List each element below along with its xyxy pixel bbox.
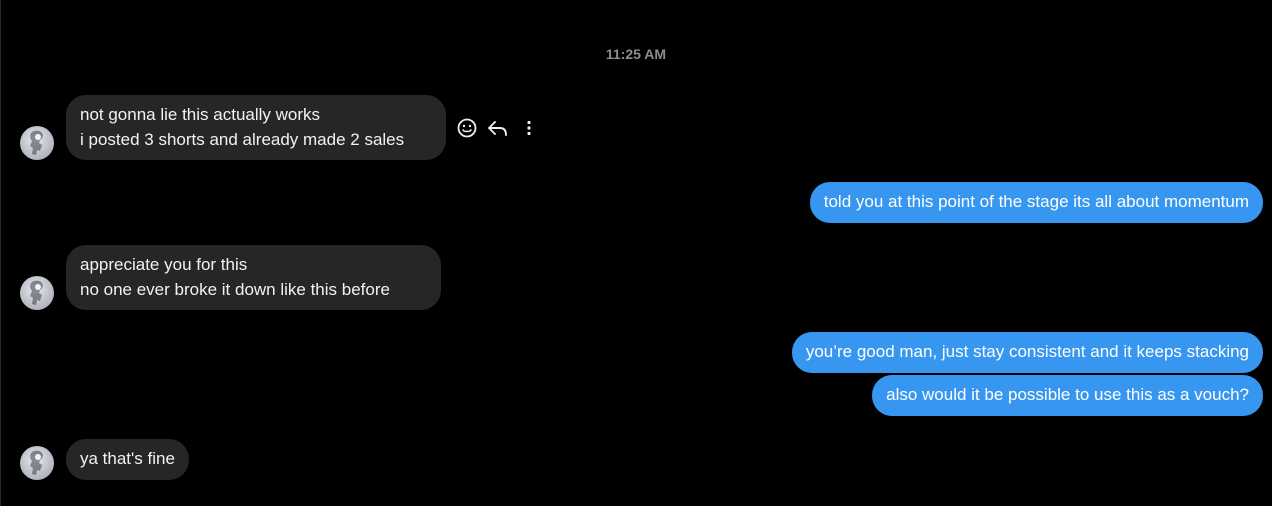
- emoji-reaction-icon[interactable]: [456, 117, 478, 139]
- incoming-message-bubble[interactable]: ya that's fine: [66, 439, 189, 480]
- outgoing-message-bubble[interactable]: told you at this point of the stage its …: [809, 182, 1263, 223]
- more-options-icon[interactable]: [518, 117, 540, 139]
- message-text-line: also would it be possible to use this as…: [886, 385, 1249, 404]
- message-actions: [456, 116, 540, 140]
- avatar[interactable]: [20, 276, 54, 310]
- message-text-line: not gonna lie this actually works: [80, 105, 321, 124]
- incoming-message-bubble[interactable]: not gonna lie this actually works i post…: [66, 95, 446, 160]
- incoming-message-bubble[interactable]: appreciate you for this no one ever brok…: [66, 245, 441, 310]
- avatar[interactable]: [20, 446, 54, 480]
- window-left-border: [0, 0, 1, 506]
- outgoing-message-bubble[interactable]: you’re good man, just stay consistent an…: [791, 332, 1263, 373]
- message-text-line: ya that's fine: [80, 449, 175, 468]
- avatar[interactable]: [20, 126, 54, 160]
- message-timestamp: 11:25 AM: [605, 46, 667, 62]
- message-text-line: no one ever broke it down like this befo…: [80, 280, 390, 299]
- message-text-line: you’re good man, just stay consistent an…: [805, 342, 1249, 361]
- message-text-line: i posted 3 shorts and already made 2 sal…: [80, 130, 405, 149]
- message-text-line: told you at this point of the stage its …: [823, 192, 1249, 211]
- outgoing-message-bubble[interactable]: also would it be possible to use this as…: [872, 375, 1263, 416]
- message-text-line: appreciate you for this: [80, 255, 248, 274]
- reply-icon[interactable]: [486, 117, 510, 139]
